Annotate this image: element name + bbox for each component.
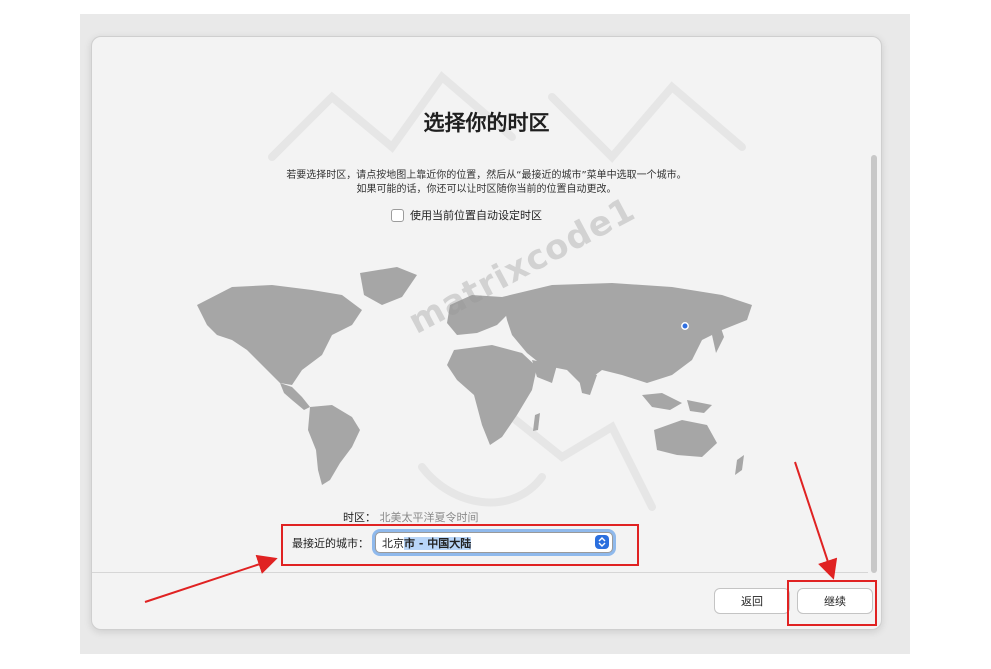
timezone-label: 时区： [343,511,376,524]
timezone-value: 北美太平洋夏令时间 [379,511,479,524]
auto-timezone-option[interactable]: 使用当前位置自动设定时区 [391,207,542,223]
description-line-2: 如果可能的话，你还可以让时区随你当前的位置自动更改。 [356,184,617,195]
location-dot-icon [681,322,689,330]
city-highlight-box [281,524,639,566]
continue-highlight-box [787,580,877,626]
page-title: 选择你的时区 [423,111,550,135]
footer-divider [92,572,868,573]
timezone-row: 时区： 北美太平洋夏令时间 [343,509,479,525]
auto-timezone-checkbox[interactable] [391,208,404,222]
auto-timezone-label: 使用当前位置自动设定时区 [410,209,542,222]
back-button[interactable]: 返回 [714,588,790,614]
scrollbar[interactable] [871,155,877,573]
description-line-1: 若要选择时区，请点按地图上靠近你的位置，然后从“最接近的城市”菜单中选取一个城市… [286,170,687,181]
